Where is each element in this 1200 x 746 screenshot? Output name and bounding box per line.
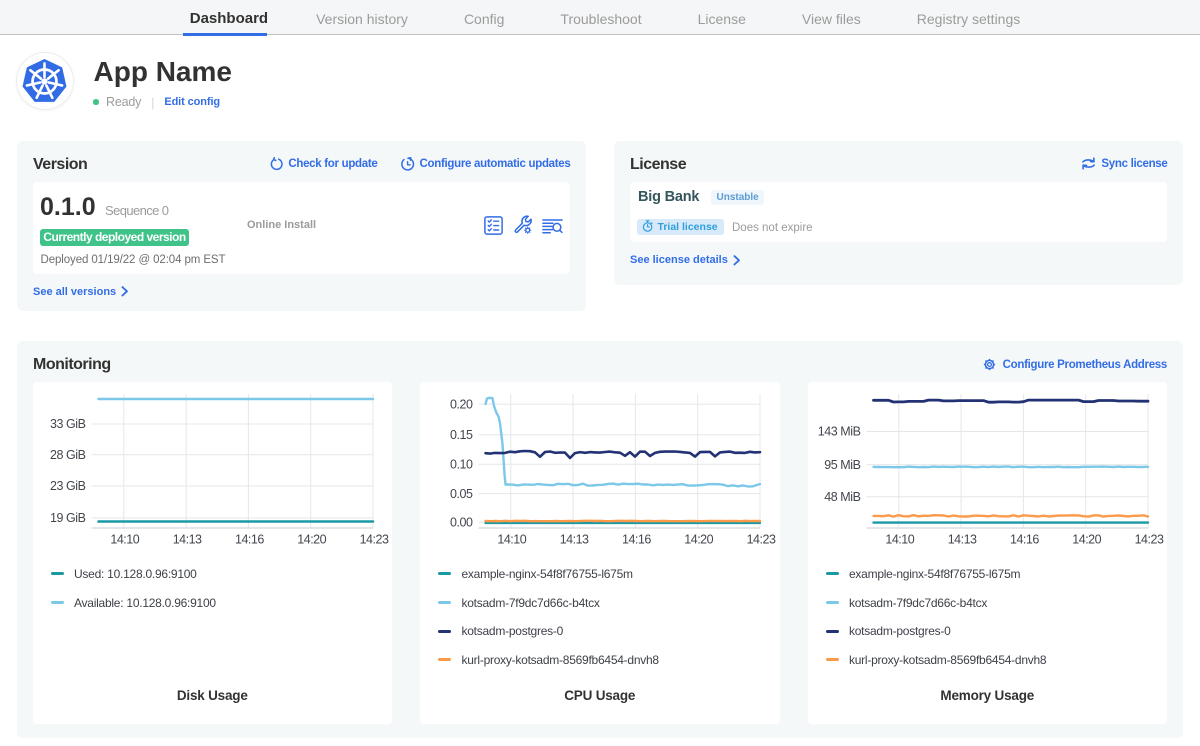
svg-text:14:10: 14:10 <box>885 532 914 546</box>
svg-text:14:16: 14:16 <box>235 532 264 546</box>
svg-text:14:23: 14:23 <box>747 532 776 546</box>
svg-text:0.20: 0.20 <box>450 397 473 411</box>
svg-text:14:20: 14:20 <box>1072 532 1101 546</box>
svg-text:0.00: 0.00 <box>450 515 473 529</box>
svg-text:23 GiB: 23 GiB <box>49 479 85 493</box>
svg-text:14:13: 14:13 <box>947 532 976 546</box>
svg-text:14:10: 14:10 <box>497 532 526 546</box>
svg-text:95 MiB: 95 MiB <box>824 457 860 471</box>
svg-text:14:13: 14:13 <box>560 532 589 546</box>
svg-text:14:10: 14:10 <box>110 532 139 546</box>
svg-text:33 GiB: 33 GiB <box>49 417 85 431</box>
svg-text:14:13: 14:13 <box>172 532 201 546</box>
svg-text:14:23: 14:23 <box>1134 532 1163 546</box>
svg-text:14:20: 14:20 <box>297 532 326 546</box>
svg-text:19 GiB: 19 GiB <box>49 511 85 525</box>
svg-text:14:16: 14:16 <box>622 532 651 546</box>
svg-text:143 MiB: 143 MiB <box>817 424 860 438</box>
svg-text:14:23: 14:23 <box>359 532 388 546</box>
svg-text:14:20: 14:20 <box>684 532 713 546</box>
svg-text:48 MiB: 48 MiB <box>824 490 860 504</box>
svg-text:0.15: 0.15 <box>450 427 473 441</box>
svg-text:14:16: 14:16 <box>1010 532 1039 546</box>
svg-text:28 GiB: 28 GiB <box>49 447 85 461</box>
svg-text:0.05: 0.05 <box>450 486 473 500</box>
svg-text:0.10: 0.10 <box>450 457 473 471</box>
